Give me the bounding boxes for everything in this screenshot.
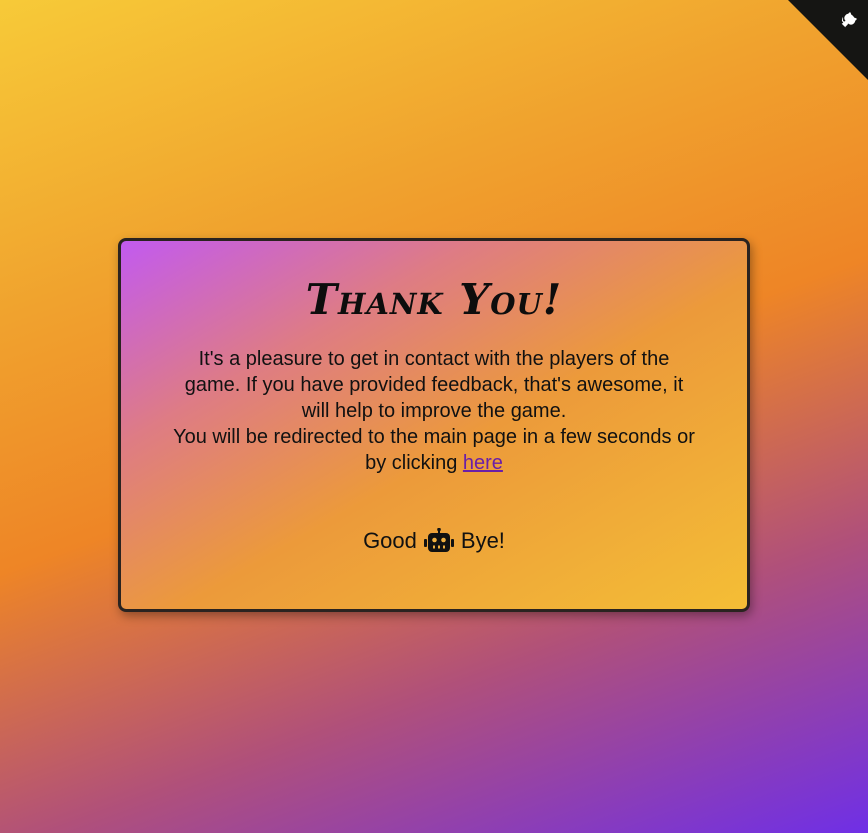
thank-you-card: Thank You! It's a pleasure to get in con… bbox=[118, 238, 750, 612]
redirect-text: You will be redirected to the main page … bbox=[173, 426, 695, 474]
feedback-paragraph: It's a pleasure to get in contact with t… bbox=[184, 348, 684, 422]
farewell-bye: Bye! bbox=[460, 528, 505, 553]
page-title: Thank You! bbox=[305, 275, 563, 324]
redirect-paragraph: You will be redirected to the main page … bbox=[169, 424, 699, 476]
github-corner[interactable] bbox=[788, 0, 868, 80]
here-link[interactable]: here bbox=[463, 452, 503, 474]
farewell-line: Good Bye! bbox=[121, 528, 747, 554]
message-body: It's a pleasure to get in contact with t… bbox=[169, 346, 699, 476]
robot-icon bbox=[423, 528, 454, 552]
farewell-good: Good bbox=[363, 528, 417, 553]
github-octocat-icon bbox=[841, 12, 857, 28]
